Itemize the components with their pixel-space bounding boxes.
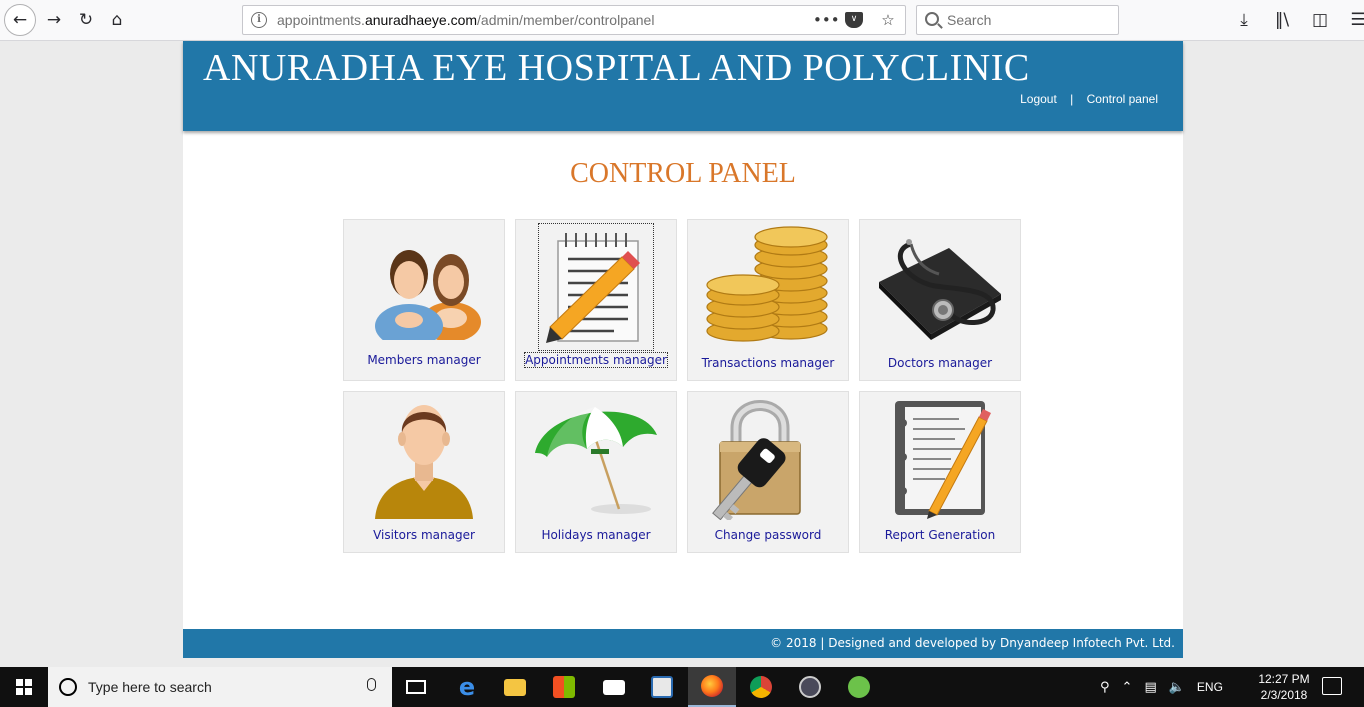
firefox-icon — [701, 675, 723, 697]
clock-time: 12:27 PM — [1258, 672, 1310, 686]
task-view-icon — [406, 680, 426, 694]
logout-link[interactable]: Logout — [1020, 92, 1057, 106]
clock[interactable]: 12:27 PM 2/3/2018 — [1250, 671, 1318, 703]
tile-label[interactable]: Members manager — [344, 353, 504, 367]
dreamweaver-button[interactable] — [835, 667, 883, 707]
system-tray: ⚲ ⌃ ▤ 🔈 ENG — [1100, 667, 1223, 707]
visitor-icon — [375, 405, 473, 519]
notepad-pencil-icon — [546, 233, 640, 343]
chrome-button[interactable] — [737, 667, 785, 707]
task-view-button[interactable] — [392, 667, 440, 707]
pocket-icon[interactable]: ∨ — [845, 10, 867, 30]
green-app-icon — [848, 676, 870, 698]
doctors-manager-tile[interactable]: Doctors manager — [859, 219, 1021, 381]
report-generation-tile[interactable]: Report Generation — [859, 391, 1021, 553]
lock-app-icon — [799, 676, 821, 698]
address-bar[interactable]: i appointments.anuradhaeye.com/admin/mem… — [242, 5, 906, 35]
home-icon[interactable]: ⌂ — [103, 6, 131, 34]
page-actions-icon[interactable]: ••• — [813, 10, 840, 30]
language-indicator[interactable]: ENG — [1197, 680, 1223, 694]
taskbar-search[interactable]: Type here to search — [48, 667, 392, 707]
sidebar-icon[interactable]: ◫ — [1306, 6, 1334, 34]
forward-arrow-icon[interactable]: → — [40, 6, 68, 34]
search-placeholder: Search — [947, 12, 992, 28]
change-password-tile[interactable]: Change password — [687, 391, 849, 553]
page-title: CONTROL PANEL — [570, 158, 796, 189]
footer-text: © 2018 | Designed and developed by Dnyan… — [770, 636, 1175, 650]
page-container: ANURADHA EYE HOSPITAL AND POLYCLINIC Log… — [183, 41, 1183, 658]
mail-icon — [603, 679, 625, 695]
coins-icon — [706, 226, 828, 342]
search-bar[interactable]: Search — [916, 5, 1119, 35]
holidays-manager-tile[interactable]: Holidays manager — [515, 391, 677, 553]
taskbar: Type here to search e ⚲ ⌃ ▤ 🔈 ENG 12:27 … — [0, 667, 1364, 707]
tile-label[interactable]: Doctors manager — [860, 356, 1020, 370]
members-icon — [375, 250, 481, 340]
visitors-manager-tile[interactable]: Visitors manager — [343, 391, 505, 553]
firefox-button[interactable] — [688, 667, 736, 707]
back-arrow-icon[interactable]: ← — [4, 4, 36, 36]
vpn-button[interactable] — [786, 667, 834, 707]
umbrella-icon — [535, 407, 657, 514]
url-text[interactable]: appointments.anuradhaeye.com/admin/membe… — [277, 12, 654, 28]
members-manager-tile[interactable]: Members manager — [343, 219, 505, 381]
windows-logo-icon — [16, 679, 32, 695]
report-icon — [895, 401, 991, 519]
site-header: ANURADHA EYE HOSPITAL AND POLYCLINIC Log… — [183, 41, 1183, 131]
chrome-icon — [750, 676, 772, 698]
appointments-manager-tile[interactable]: Appointments manager — [515, 219, 677, 381]
padlock-key-icon — [712, 400, 801, 520]
start-button[interactable] — [0, 667, 48, 707]
taskbar-search-text: Type here to search — [88, 679, 212, 695]
library-icon[interactable]: ‖\ — [1268, 6, 1296, 34]
network-icon[interactable]: ▤ — [1144, 680, 1156, 695]
link-separator: | — [1070, 92, 1074, 106]
tile-label[interactable]: Report Generation — [860, 528, 1020, 542]
cortana-icon — [59, 678, 77, 696]
notifications-icon[interactable] — [1322, 677, 1342, 695]
stethoscope-icon — [879, 239, 1001, 340]
browser-toolbar: ← → ↻ ⌂ i appointments.anuradhaeye.com/a… — [0, 0, 1364, 41]
tile-label[interactable]: Holidays manager — [516, 528, 676, 542]
site-title: ANURADHA EYE HOSPITAL AND POLYCLINIC — [203, 47, 1030, 89]
search-icon — [925, 12, 939, 26]
file-explorer-button[interactable] — [491, 667, 539, 707]
store-button[interactable] — [540, 667, 588, 707]
header-links: Logout | Control panel — [1020, 92, 1158, 106]
clock-date: 2/3/2018 — [1260, 688, 1308, 702]
tile-label[interactable]: Transactions manager — [688, 356, 848, 370]
store-icon — [553, 676, 575, 698]
mail-button[interactable] — [590, 667, 638, 707]
app-icon — [651, 676, 673, 698]
microphone-icon[interactable] — [367, 678, 376, 691]
tile-label[interactable]: Appointments manager — [516, 352, 676, 368]
control-panel-link[interactable]: Control panel — [1087, 92, 1158, 106]
reload-icon[interactable]: ↻ — [72, 6, 100, 34]
control-panel-grid: Members manager Appointments manager Tra… — [343, 219, 1023, 553]
menu-icon[interactable]: ☰ — [1344, 6, 1364, 34]
bookmark-star-icon[interactable]: ☆ — [877, 10, 899, 30]
chevron-up-icon[interactable]: ⌃ — [1122, 680, 1133, 695]
tile-label[interactable]: Change password — [688, 528, 848, 542]
folder-icon — [504, 678, 526, 696]
edge-button[interactable]: e — [443, 667, 491, 707]
site-footer: © 2018 | Designed and developed by Dnyan… — [183, 629, 1183, 658]
tile-label[interactable]: Visitors manager — [344, 528, 504, 542]
download-icon[interactable]: ⤓ — [1230, 6, 1258, 34]
app-button[interactable] — [638, 667, 686, 707]
people-icon[interactable]: ⚲ — [1100, 680, 1110, 695]
volume-icon[interactable]: 🔈 — [1169, 680, 1185, 695]
edge-icon: e — [458, 673, 476, 701]
transactions-manager-tile[interactable]: Transactions manager — [687, 219, 849, 381]
info-icon[interactable]: i — [251, 12, 267, 28]
